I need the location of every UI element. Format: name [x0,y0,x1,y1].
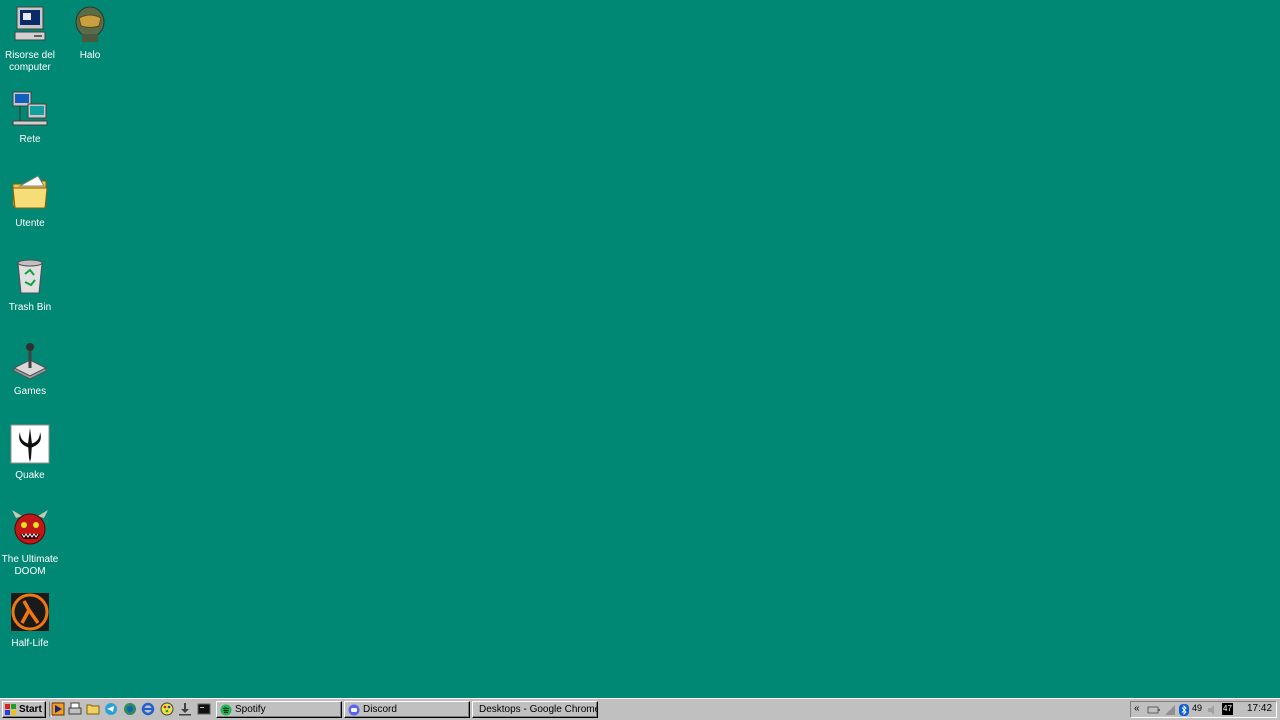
desktop-icon-label: The Ultimate DOOM [1,554,59,577]
clock[interactable]: 17:42 [1247,703,1272,715]
edge-icon[interactable] [123,702,137,716]
trash-bin-shortcut[interactable]: Trash Bin [0,256,62,314]
start-label: Start [19,704,42,715]
quake-shortcut[interactable]: Quake [0,424,62,482]
start-button[interactable]: Start [2,701,46,718]
halo-shortcut[interactable]: Halo [58,4,122,62]
spotify-icon [220,704,232,715]
task-button-label: Discord [363,704,397,715]
discord-icon [348,704,360,715]
bluetooth-icon[interactable] [1179,704,1189,716]
wifi-signal-icon[interactable] [1164,704,1176,716]
paint-icon[interactable] [160,702,174,716]
recycle-bin-icon [17,259,43,294]
games-shortcut[interactable]: Games [0,340,62,398]
desktop[interactable]: Risorse del computer Halo Rete Utente Tr… [0,0,1280,698]
taskbar: Start Spotify Discord Desktops - Google … [0,698,1280,720]
doom-shortcut[interactable]: The Ultimate DOOM [0,508,62,578]
tray-expand-button[interactable]: « [1134,703,1140,715]
internet-explorer-icon[interactable] [141,702,155,716]
task-button-spotify[interactable]: Spotify [216,701,342,718]
windows-logo-icon [5,704,16,715]
tray-badge-47[interactable]: 47 [1222,703,1233,715]
network-icon [12,91,48,126]
desktop-icon-label: Games [13,386,47,397]
desktop-icon-label: Half-Life [11,638,49,649]
half-life-shortcut[interactable]: Half-Life [0,592,62,650]
network-shortcut[interactable]: Rete [0,88,62,146]
half-life-icon [11,593,49,631]
desktop-icon-label: Trash Bin [8,302,52,313]
task-button-label: Spotify [235,704,266,715]
task-button-label: Desktops - Google Chrome [479,704,598,715]
tray-badge-49[interactable]: 49 [1192,703,1202,715]
quake-icon [10,424,50,464]
user-folder-shortcut[interactable]: Utente [0,172,62,230]
task-button-chrome[interactable]: Desktops - Google Chrome [472,701,598,718]
terminal-icon[interactable] [197,702,211,716]
media-player-icon[interactable] [51,702,65,716]
user-folder-icon [12,175,48,209]
doom-icon [12,510,48,545]
my-computer-icon [14,6,46,41]
download-icon[interactable] [178,702,192,716]
volume-icon[interactable] [1207,704,1219,716]
task-button-discord[interactable]: Discord [344,701,470,718]
desktop-icon-label: Risorse del computer [4,50,56,73]
desktop-icon-label: Rete [19,134,41,145]
my-computer-shortcut[interactable]: Risorse del computer [0,4,62,74]
joystick-icon [12,343,48,380]
battery-icon[interactable] [1147,704,1161,716]
halo-helmet-icon [75,6,105,42]
printer-icon[interactable] [68,702,82,716]
telegram-icon[interactable] [104,702,118,716]
system-tray: « 49 47 17:42 [1130,701,1277,718]
desktop-icon-label: Quake [15,470,45,481]
desktop-icon-label: Halo [79,50,101,61]
folder-icon[interactable] [86,702,100,716]
desktop-icon-label: Utente [15,218,45,229]
